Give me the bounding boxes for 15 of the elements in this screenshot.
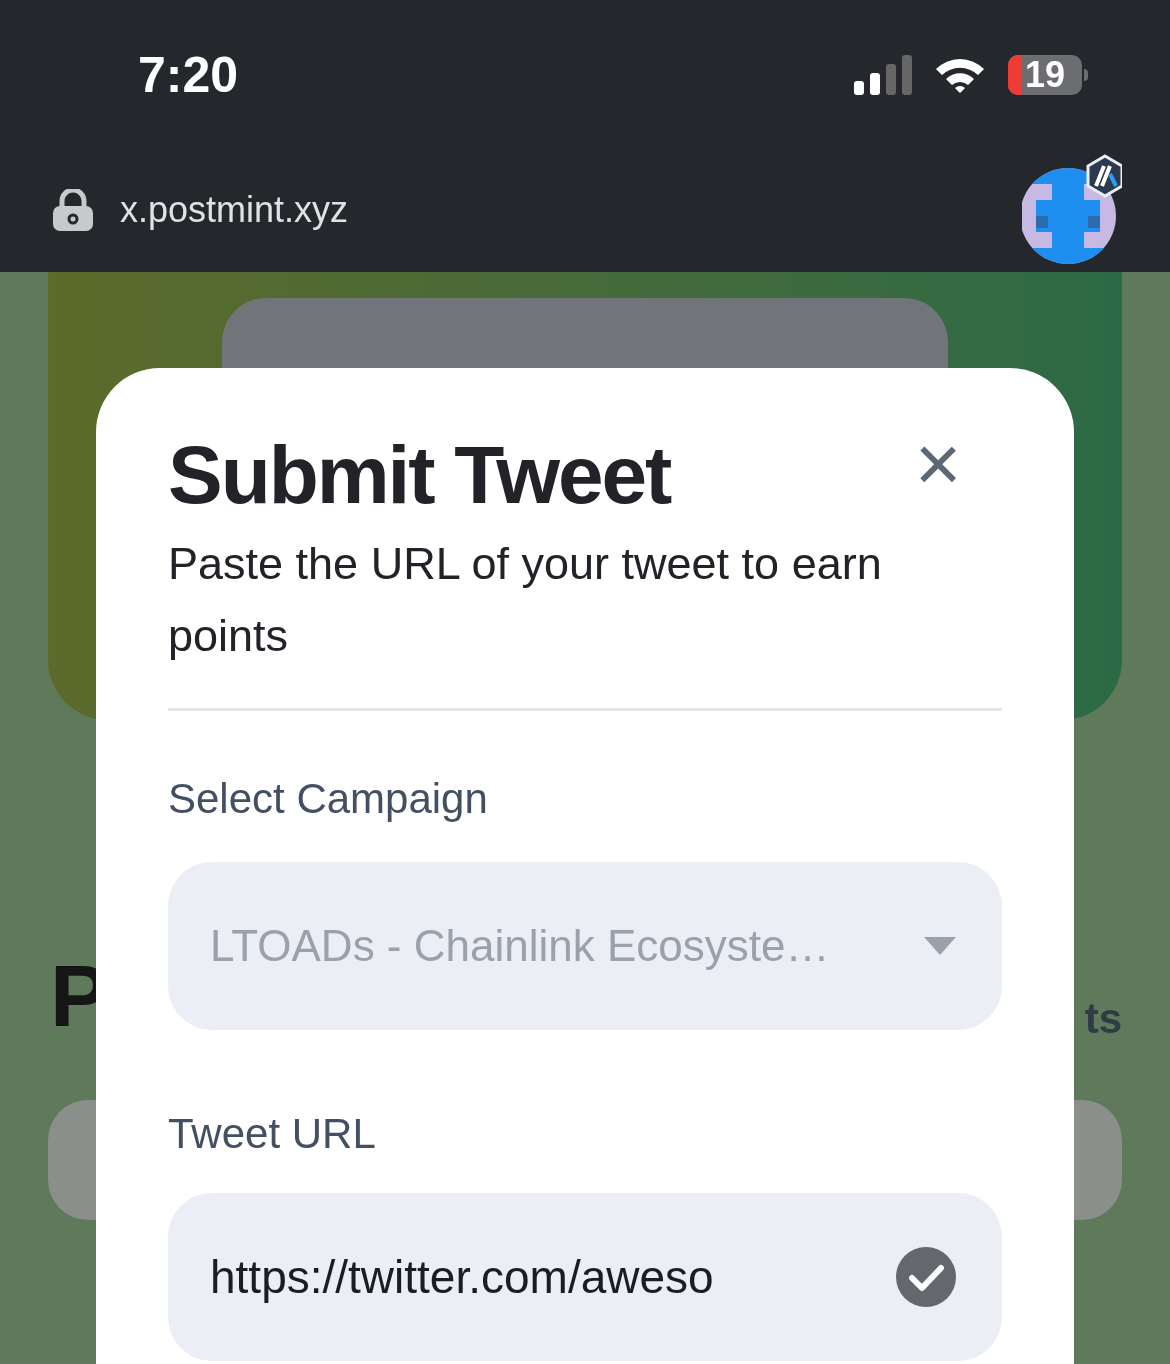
section-label: ts <box>1084 998 1122 1040</box>
close-button[interactable]: × <box>898 424 978 504</box>
field-label: Select Campaign <box>168 774 489 824</box>
dropdown-caret-icon <box>924 937 956 955</box>
url-input-field[interactable]: https://twitter.com/aweso <box>168 1193 1002 1361</box>
avatar-icon[interactable] <box>1022 154 1122 266</box>
dialog-subtitle: Paste the URL of your tweet to earn points <box>168 528 1002 711</box>
lock-icon <box>52 189 94 231</box>
site-address[interactable]: x.postmint.xyz <box>120 183 349 237</box>
battery-indicator: 19 <box>1008 55 1088 95</box>
status-time: 7:20 <box>138 45 239 105</box>
signal-icon <box>854 55 912 95</box>
dialog-title: Submit Tweet <box>168 434 671 516</box>
wifi-icon <box>934 56 986 94</box>
field-label: Tweet URL <box>168 1109 377 1159</box>
